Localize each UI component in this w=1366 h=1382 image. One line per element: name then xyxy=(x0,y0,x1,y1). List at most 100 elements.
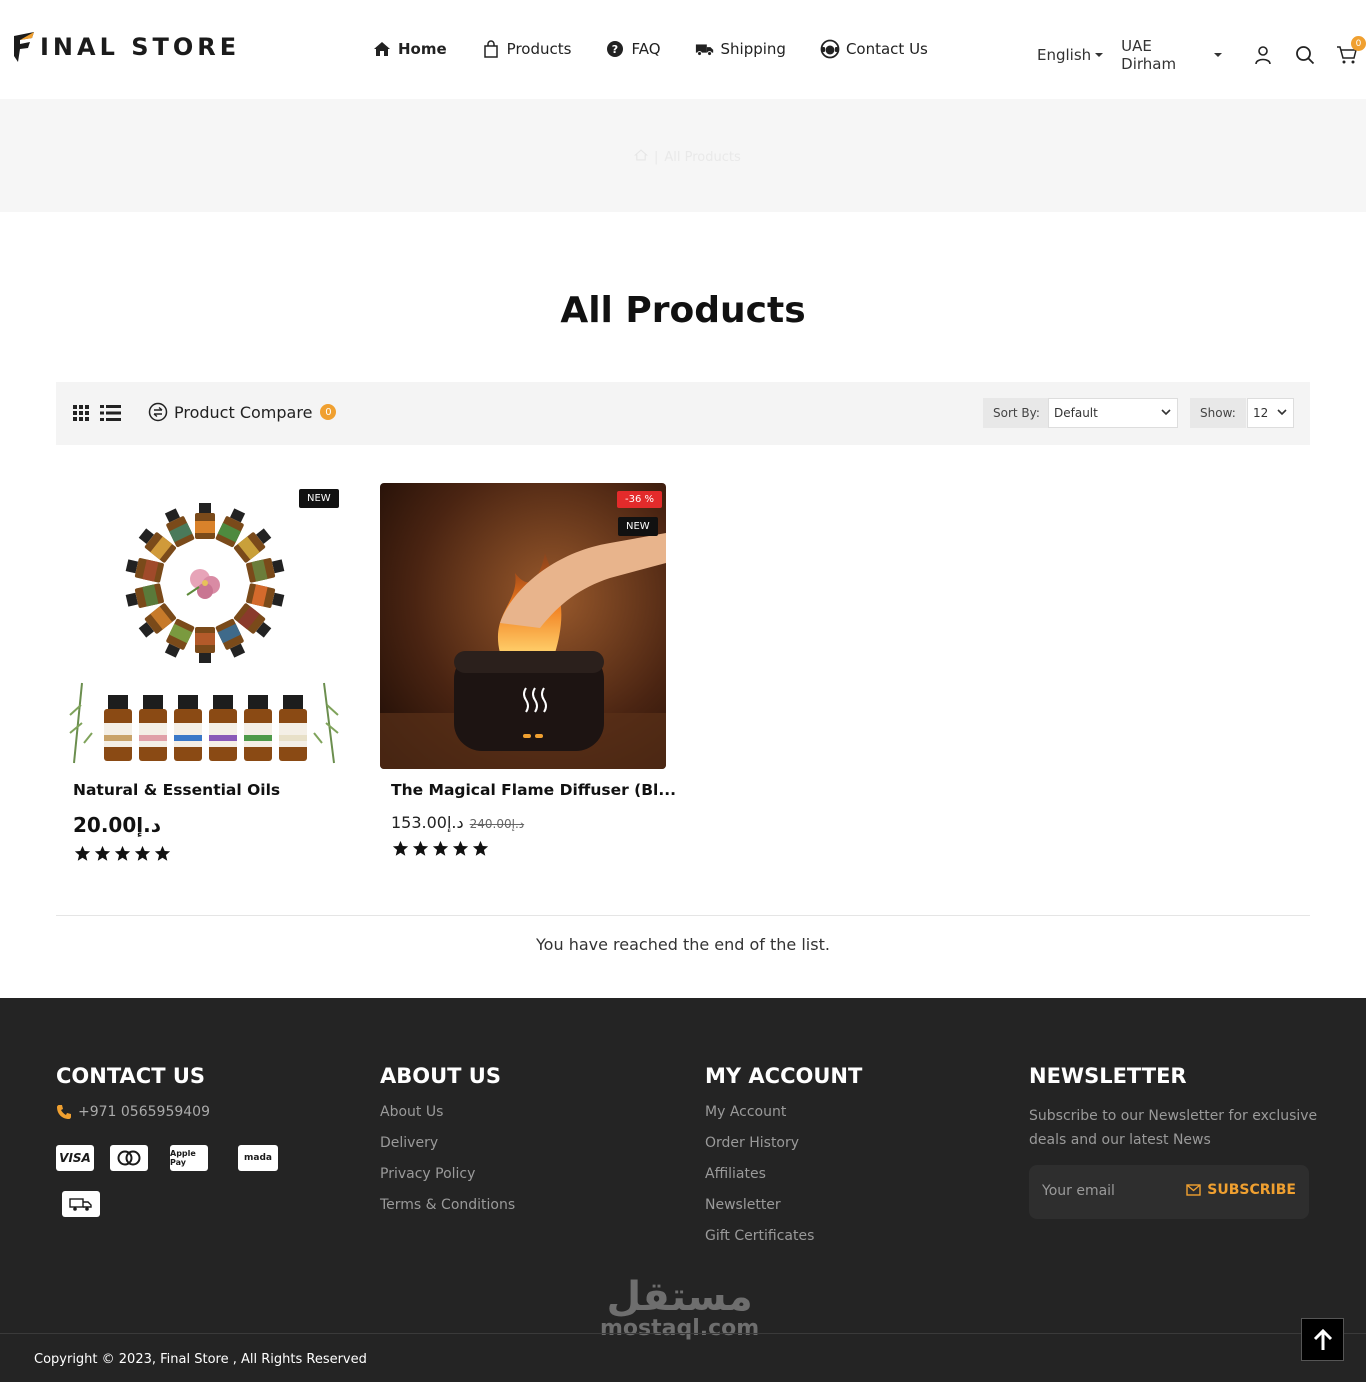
truck-icon xyxy=(695,39,715,59)
nav-faq[interactable]: ? FAQ xyxy=(605,37,661,61)
visa-label: VISA xyxy=(59,1151,91,1165)
sort-label: Sort By: xyxy=(983,398,1050,428)
footer-link-about-us[interactable]: About Us xyxy=(380,1104,515,1120)
phone-icon xyxy=(57,1105,71,1119)
product-image-essential-oils[interactable]: NEW xyxy=(62,483,348,769)
product-compare-link[interactable]: Product Compare 0 xyxy=(148,402,337,422)
nav-home-label: Home xyxy=(398,40,447,58)
back-to-top-button[interactable] xyxy=(1301,1318,1344,1361)
store-logo[interactable]: INAL STORE xyxy=(12,30,240,64)
nav-products[interactable]: Products xyxy=(481,37,572,61)
star-icon xyxy=(452,840,469,856)
mail-icon xyxy=(1186,1184,1201,1196)
star-icon xyxy=(74,845,91,861)
footer-divider xyxy=(0,1333,1366,1334)
rating-stars xyxy=(74,845,348,862)
list-view-icon[interactable] xyxy=(100,404,122,422)
show-select[interactable]: 12 xyxy=(1247,398,1294,428)
header-actions: English UAE Dirham 0 xyxy=(1037,36,1366,73)
product-image-flame-diffuser[interactable]: -36 % NEW xyxy=(380,483,666,769)
star-icon xyxy=(134,845,151,861)
discount-badge: -36 % xyxy=(617,491,663,508)
main-nav: Home Products ? FAQ Shipping Contact Us xyxy=(372,37,962,61)
footer-link-affiliates[interactable]: Affiliates xyxy=(705,1166,862,1182)
product-name[interactable]: Natural & Essential Oils xyxy=(73,781,348,799)
user-icon[interactable] xyxy=(1252,44,1274,66)
star-icon xyxy=(472,840,489,856)
show-value: 12 xyxy=(1253,406,1269,420)
home-icon[interactable] xyxy=(633,148,649,166)
caret-down-icon xyxy=(1095,53,1104,57)
newsletter-description: Subscribe to our Newsletter for exclusiv… xyxy=(1029,1108,1318,1148)
nav-home[interactable]: Home xyxy=(372,37,447,61)
currency-label: UAE Dirham xyxy=(1121,37,1177,73)
product-card[interactable]: -36 % NEW The Magical Flame Diffuser (Bl… xyxy=(380,483,676,857)
footer-link-terms[interactable]: Terms & Conditions xyxy=(380,1197,515,1213)
subscribe-button[interactable]: SUBSCRIBE xyxy=(1186,1182,1296,1198)
nav-contact[interactable]: Contact Us xyxy=(820,37,928,61)
newsletter-form: Your email SUBSCRIBE xyxy=(1029,1165,1309,1219)
compare-icon xyxy=(148,402,168,422)
star-icon xyxy=(412,840,429,856)
show-label: Show: xyxy=(1190,398,1246,428)
footer-about: ABOUT US About Us Delivery Privacy Polic… xyxy=(380,1064,515,1228)
product-toolbar: Product Compare 0 Sort By: Default Show:… xyxy=(56,382,1310,445)
breadcrumb-separator: | xyxy=(654,149,659,165)
home-icon xyxy=(372,39,392,59)
footer-link-order-history[interactable]: Order History xyxy=(705,1135,862,1151)
mastercard-icon xyxy=(110,1145,148,1171)
newsletter-email-input[interactable]: Your email xyxy=(1042,1183,1115,1199)
page-title: All Products xyxy=(560,290,806,331)
chevron-down-icon xyxy=(1161,409,1171,416)
sort-select[interactable]: Default xyxy=(1048,398,1178,428)
product-card[interactable]: NEW Natural & Essential Oils 20.00د.إ xyxy=(62,483,348,862)
new-badge: NEW xyxy=(299,489,339,508)
breadcrumb: | All Products xyxy=(633,148,741,166)
footer-contact-title: CONTACT US xyxy=(56,1064,206,1088)
grid-view-icon[interactable] xyxy=(72,404,90,422)
watermark-latin: mostaql.com xyxy=(600,1316,760,1341)
footer-phone-number: +971 0565959409 xyxy=(78,1104,210,1120)
footer-link-gift-certificates[interactable]: Gift Certificates xyxy=(705,1228,862,1244)
cart-count-badge: 0 xyxy=(1351,36,1366,51)
footer-newsletter: NEWSLETTER Subscribe to our Newsletter f… xyxy=(1029,1064,1319,1219)
product-name[interactable]: The Magical Flame Diffuser (Bl... xyxy=(391,781,676,799)
star-icon xyxy=(392,840,409,856)
bag-icon xyxy=(481,39,501,59)
footer-phone[interactable]: +971 0565959409 xyxy=(56,1104,210,1120)
watermark-arabic: مستقل xyxy=(606,1274,753,1320)
nav-products-label: Products xyxy=(506,40,572,58)
star-icon xyxy=(154,845,171,861)
visa-icon: VISA xyxy=(56,1145,94,1171)
footer-newsletter-title: NEWSLETTER xyxy=(1029,1064,1187,1088)
question-icon: ? xyxy=(605,39,625,59)
price-row: 153.00د.إ 240.00د.إ xyxy=(391,813,666,832)
nav-contact-label: Contact Us xyxy=(845,40,928,58)
arrow-up-icon xyxy=(1313,1328,1332,1350)
breadcrumb-current: All Products xyxy=(664,149,741,165)
watermark: مستقل mostaql.com xyxy=(600,1276,759,1340)
footer-account: MY ACCOUNT My Account Order History Affi… xyxy=(705,1064,862,1259)
site-footer: CONTACT US +971 0565959409 VISA Apple Pa… xyxy=(0,998,1366,1382)
star-icon xyxy=(94,845,111,861)
footer-link-privacy[interactable]: Privacy Policy xyxy=(380,1166,515,1182)
search-icon[interactable] xyxy=(1294,44,1316,66)
cart-icon[interactable]: 0 xyxy=(1336,36,1366,66)
mada-label: mada xyxy=(244,1153,272,1163)
footer-link-delivery[interactable]: Delivery xyxy=(380,1135,515,1151)
site-header: INAL STORE Home Products ? FAQ Shipping xyxy=(0,0,1366,99)
footer-link-my-account[interactable]: My Account xyxy=(705,1104,862,1120)
rating-stars xyxy=(392,840,666,857)
list-divider xyxy=(56,915,1310,916)
logo-text: INAL STORE xyxy=(40,33,241,61)
delivery-truck-icon xyxy=(62,1191,100,1217)
nav-faq-label: FAQ xyxy=(631,40,661,58)
language-dropdown[interactable]: English xyxy=(1037,46,1104,64)
currency-dropdown[interactable]: UAE Dirham xyxy=(1121,37,1223,73)
nav-shipping[interactable]: Shipping xyxy=(695,37,786,61)
new-badge: NEW xyxy=(618,517,658,536)
language-label: English xyxy=(1037,46,1092,64)
footer-link-newsletter[interactable]: Newsletter xyxy=(705,1197,862,1213)
apple-pay-icon: Apple Pay xyxy=(170,1145,208,1171)
product-old-price: 240.00د.إ xyxy=(469,817,525,831)
